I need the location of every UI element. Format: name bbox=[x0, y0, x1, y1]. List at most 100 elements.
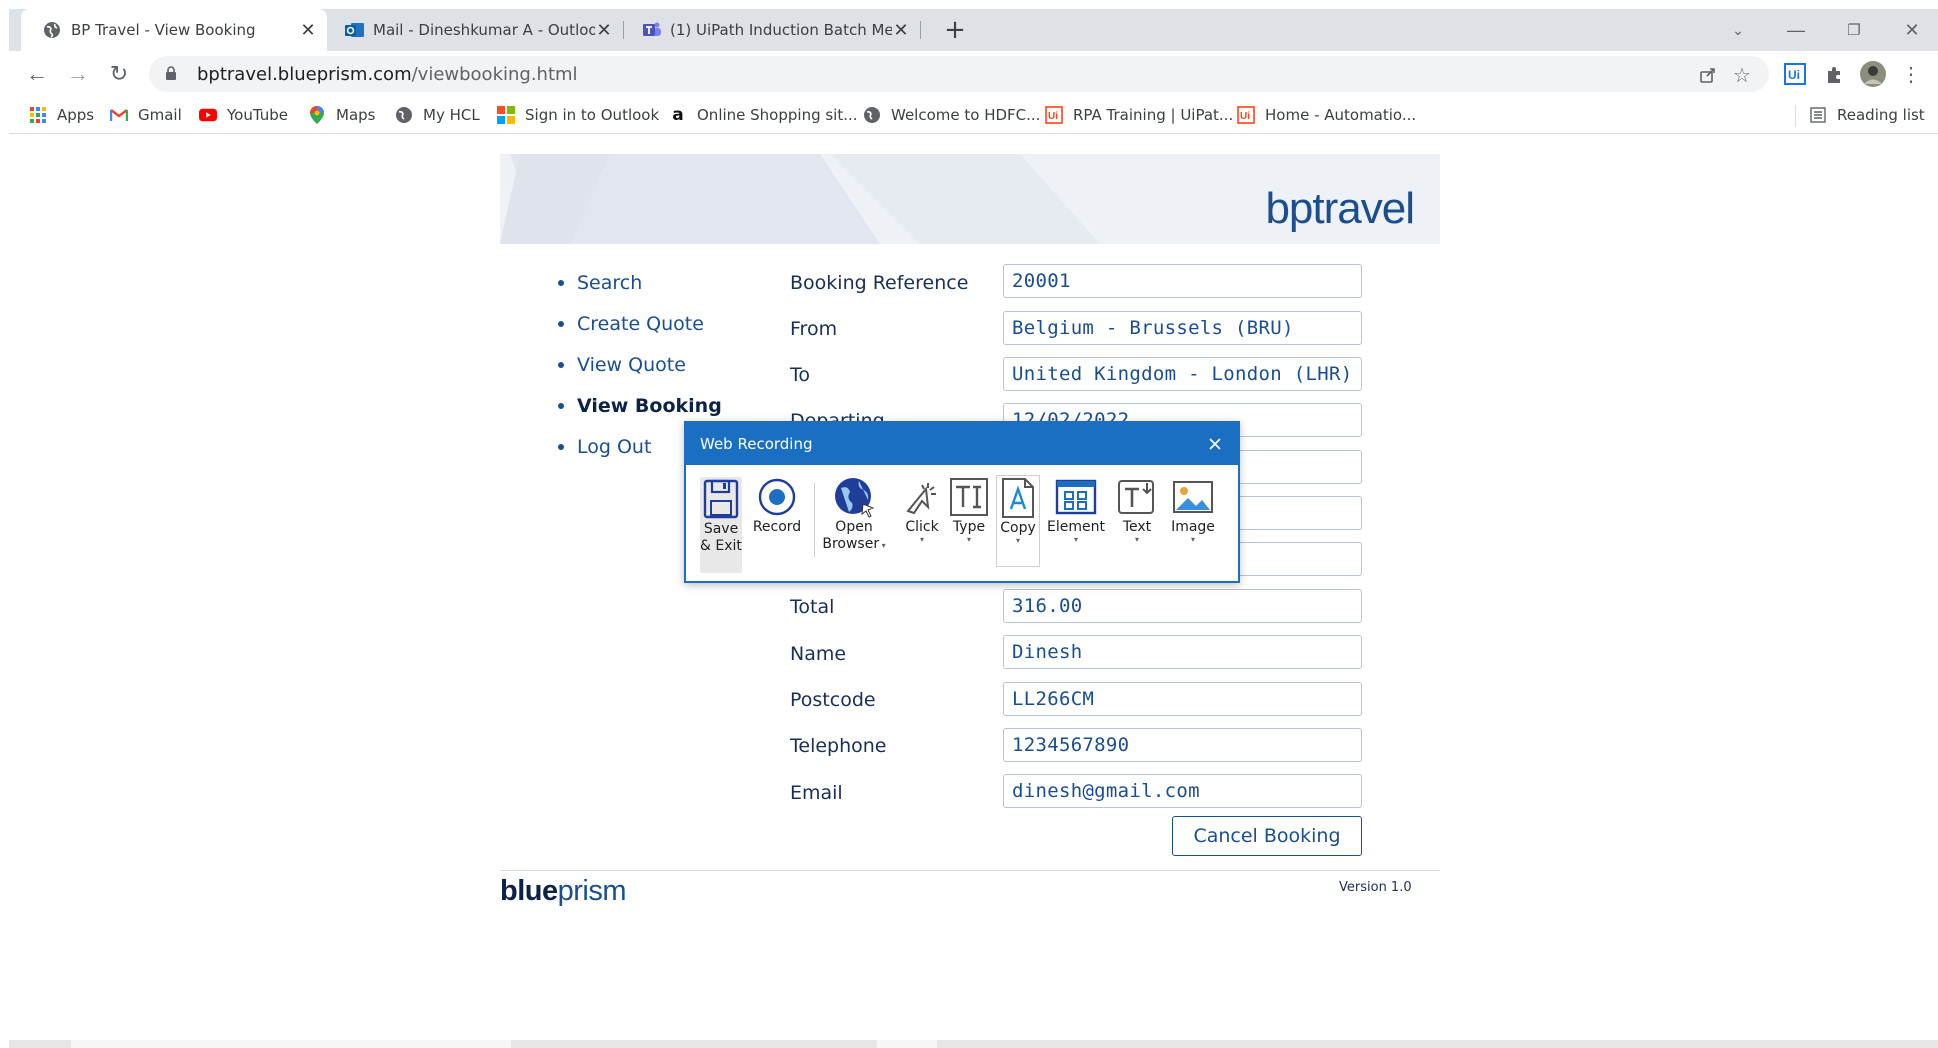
field-value: Dinesh bbox=[1012, 641, 1083, 663]
tab-separator bbox=[920, 21, 921, 39]
nav-search-link[interactable]: Search bbox=[558, 270, 642, 296]
minimize-icon[interactable]: — bbox=[1767, 9, 1825, 51]
gmail-icon bbox=[110, 106, 128, 124]
image-icon bbox=[1171, 475, 1215, 519]
telephone-field[interactable]: 1234567890 bbox=[1003, 728, 1362, 762]
microsoft-icon bbox=[497, 106, 515, 124]
logo-part: blue bbox=[500, 875, 558, 907]
tab-title: BP Travel - View Booking bbox=[71, 21, 256, 39]
copy-text-icon bbox=[996, 476, 1040, 520]
dropdown-caret-icon: ▾ bbox=[1190, 535, 1195, 544]
open-browser-button[interactable]: Open Browser ▾ bbox=[822, 475, 886, 553]
bookmark-my-hcl[interactable]: My HCL bbox=[395, 104, 480, 126]
bullet-icon bbox=[558, 280, 564, 286]
save-and-exit-button[interactable]: Save & Exit bbox=[700, 477, 742, 573]
logo-part: prism bbox=[557, 875, 627, 907]
nav-view-quote-link[interactable]: View Quote bbox=[558, 352, 686, 378]
version-text: Version 1.0 bbox=[1339, 880, 1412, 895]
close-tab-icon[interactable]: ✕ bbox=[595, 20, 613, 41]
tool-label: Text bbox=[1122, 519, 1152, 535]
nav-label: View Quote bbox=[577, 354, 686, 376]
tab-teams-meeting[interactable]: (1) UiPath Induction Batch Meetu ✕ bbox=[624, 9, 920, 51]
tab-outlook-mail[interactable]: Mail - Dineshkumar A - Outlook ✕ bbox=[327, 9, 623, 51]
close-tab-icon[interactable]: ✕ bbox=[299, 20, 317, 41]
menu-kebab-icon[interactable]: ⋮ bbox=[1897, 60, 1925, 88]
nav-log-out-link[interactable]: Log Out bbox=[558, 434, 651, 460]
nav-create-quote-link[interactable]: Create Quote bbox=[558, 311, 704, 337]
extensions-puzzle-icon[interactable] bbox=[1821, 60, 1849, 88]
close-tab-icon[interactable]: ✕ bbox=[892, 20, 910, 41]
field-value: 316.00 bbox=[1012, 595, 1083, 617]
share-icon[interactable] bbox=[1697, 64, 1719, 86]
window-close-icon[interactable]: ✕ bbox=[1883, 9, 1938, 51]
from-field[interactable]: Belgium - Brussels (BRU) bbox=[1003, 311, 1362, 345]
total-label: Total bbox=[790, 596, 835, 618]
bookmark-apps[interactable]: Apps bbox=[29, 104, 94, 126]
forward-arrow-icon[interactable]: → bbox=[63, 59, 93, 89]
dialog-header: Web Recording bbox=[686, 423, 1238, 465]
nav-label: View Booking bbox=[577, 395, 722, 417]
strip-segment bbox=[877, 1040, 937, 1048]
back-arrow-icon[interactable]: ← bbox=[22, 59, 52, 89]
postcode-field[interactable]: LL266CM bbox=[1003, 682, 1362, 716]
dropdown-caret-icon: ▾ bbox=[966, 535, 971, 544]
bookmark-online-shopping[interactable]: a Online Shopping sit... bbox=[669, 104, 857, 126]
tool-label: Copy bbox=[1000, 520, 1036, 536]
bookmark-youtube[interactable]: YouTube bbox=[199, 104, 288, 126]
bookmark-label: Home - Automatio... bbox=[1265, 106, 1417, 124]
type-button[interactable]: Type ▾ bbox=[948, 475, 990, 544]
bullet-icon bbox=[558, 321, 564, 327]
tool-label: & Exit bbox=[700, 538, 742, 554]
name-field[interactable]: Dinesh bbox=[1003, 635, 1362, 669]
tab-strip: BP Travel - View Booking ✕ Mail - Dinesh… bbox=[9, 9, 1938, 51]
cancel-booking-button[interactable]: Cancel Booking bbox=[1172, 816, 1362, 856]
restore-icon[interactable]: ❐ bbox=[1825, 9, 1883, 51]
bookmark-star-icon[interactable]: ☆ bbox=[1731, 64, 1753, 87]
from-label: From bbox=[790, 318, 838, 340]
record-icon bbox=[755, 475, 799, 519]
booking-reference-field[interactable]: 20001 bbox=[1003, 264, 1362, 298]
bookmark-gmail[interactable]: Gmail bbox=[110, 104, 182, 126]
text-button[interactable]: Text ▾ bbox=[1114, 475, 1160, 544]
bookmark-hdfc[interactable]: Welcome to HDFC... bbox=[863, 104, 1040, 126]
tab-search-chevron-icon[interactable]: ⌄ bbox=[1709, 9, 1767, 51]
tool-label: Open bbox=[835, 519, 873, 535]
dropdown-caret-icon: ▾ bbox=[879, 541, 886, 550]
bullet-icon bbox=[558, 403, 564, 409]
record-button[interactable]: Record bbox=[752, 475, 802, 536]
reading-list-button[interactable]: Reading list bbox=[1809, 104, 1925, 126]
bookmark-rpa-training[interactable]: Ui RPA Training | UiPat... bbox=[1045, 104, 1233, 126]
field-value: United Kingdom - London (LHR) bbox=[1012, 363, 1353, 385]
bookmarks-bar: Apps Gmail YouTube Maps My HCL Sign in t… bbox=[9, 97, 1938, 134]
telephone-label: Telephone bbox=[790, 735, 887, 757]
close-icon[interactable] bbox=[1202, 431, 1228, 457]
tool-label: Record bbox=[752, 519, 802, 535]
blueprism-logo: blueprism bbox=[500, 875, 627, 908]
bookmark-sign-in-outlook[interactable]: Sign in to Outlook bbox=[497, 104, 659, 126]
total-field[interactable]: 316.00 bbox=[1003, 589, 1362, 623]
reload-icon[interactable]: ↻ bbox=[104, 59, 134, 89]
to-field[interactable]: United Kingdom - London (LHR) bbox=[1003, 357, 1362, 391]
element-button[interactable]: Element ▾ bbox=[1046, 475, 1106, 544]
new-tab-button[interactable]: + bbox=[937, 9, 973, 51]
image-button[interactable]: Image ▾ bbox=[1168, 475, 1218, 544]
tool-label: Click bbox=[905, 519, 939, 535]
email-field[interactable]: dinesh@gmail.com bbox=[1003, 774, 1362, 808]
copy-button[interactable]: Copy ▾ bbox=[996, 475, 1040, 567]
bookmark-home-automation[interactable]: Ui Home - Automatio... bbox=[1237, 104, 1416, 126]
bullet-icon bbox=[558, 444, 564, 450]
tool-label: Element bbox=[1047, 519, 1105, 535]
reading-list-label: Reading list bbox=[1837, 106, 1925, 124]
tab-bp-travel[interactable]: BP Travel - View Booking ✕ bbox=[21, 9, 327, 51]
nav-view-booking-link[interactable]: View Booking bbox=[558, 393, 722, 419]
bookmark-maps[interactable]: Maps bbox=[308, 104, 375, 126]
uipath-extension-icon[interactable]: Ui bbox=[1781, 60, 1809, 88]
dropdown-caret-icon: ▾ bbox=[919, 535, 924, 544]
reading-list-icon bbox=[1809, 106, 1827, 124]
email-label: Email bbox=[790, 782, 843, 804]
address-bar[interactable]: bptravel.blueprism.com/viewbooking.html … bbox=[149, 56, 1769, 92]
uipath-icon: Ui bbox=[1237, 106, 1255, 124]
profile-avatar[interactable] bbox=[1859, 60, 1887, 88]
tool-label: Type bbox=[952, 519, 986, 535]
click-button[interactable]: Click ▾ bbox=[902, 475, 942, 544]
